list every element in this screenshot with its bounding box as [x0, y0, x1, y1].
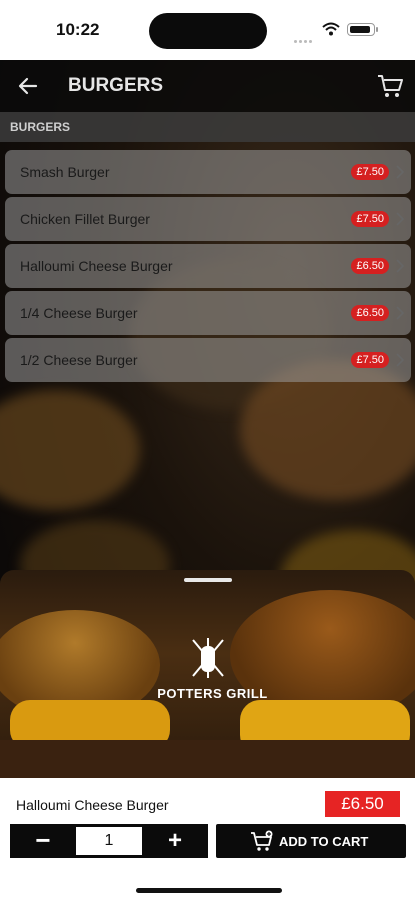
decrease-quantity-button[interactable]: −: [10, 824, 76, 858]
item-detail-sheet: POTTERS GRILL: [0, 570, 415, 778]
add-to-cart-panel: Halloumi Cheese Burger £6.50 − 1 + ADD T…: [0, 778, 415, 900]
item-name: 1/2 Cheese Burger: [20, 352, 138, 368]
section-label: BURGERS: [10, 120, 71, 134]
selected-item-name: Halloumi Cheese Burger: [16, 797, 169, 813]
item-name: 1/4 Cheese Burger: [20, 305, 138, 321]
item-name: Chicken Fillet Burger: [20, 211, 150, 227]
section-header: BURGERS: [0, 112, 415, 142]
chevron-right-icon: [396, 259, 405, 273]
price-badge: £7.50: [351, 211, 389, 227]
list-item[interactable]: 1/2 Cheese Burger £7.50: [5, 338, 411, 382]
cart-add-icon: [251, 830, 273, 851]
chevron-right-icon: [396, 165, 405, 179]
list-item[interactable]: Smash Burger £7.50: [5, 150, 411, 194]
item-name: Smash Burger: [20, 164, 110, 180]
add-to-cart-button[interactable]: ADD TO CART: [216, 824, 406, 858]
list-item[interactable]: Halloumi Cheese Burger £6.50: [5, 244, 411, 288]
signal-icon: [294, 30, 316, 43]
app-bar: BURGERS: [0, 60, 415, 112]
grill-logo-icon: [192, 638, 224, 678]
sheet-drag-handle[interactable]: [184, 578, 232, 582]
battery-icon: [347, 23, 378, 36]
chevron-right-icon: [396, 353, 405, 367]
cart-icon[interactable]: [376, 72, 404, 100]
chevron-right-icon: [396, 306, 405, 320]
home-indicator[interactable]: [136, 888, 282, 893]
list-item[interactable]: 1/4 Cheese Burger £6.50: [5, 291, 411, 335]
price-badge: £6.50: [351, 305, 389, 321]
quantity-stepper: − 1 +: [10, 824, 208, 858]
status-time: 10:22: [56, 20, 100, 39]
list-item[interactable]: Chicken Fillet Burger £7.50: [5, 197, 411, 241]
price-badge: £6.50: [351, 258, 389, 274]
chevron-right-icon: [396, 212, 405, 226]
arrow-left-icon[interactable]: [16, 74, 40, 98]
status-bar: 10:22: [0, 0, 415, 60]
brand-logo-text: POTTERS GRILL: [157, 686, 268, 701]
wifi-icon: [322, 22, 340, 36]
increase-quantity-button[interactable]: +: [142, 824, 208, 858]
page-title: BURGERS: [68, 75, 164, 96]
add-to-cart-label: ADD TO CART: [279, 834, 369, 849]
quantity-field[interactable]: 1: [76, 827, 142, 855]
menu-list: Smash Burger £7.50 Chicken Fillet Burger…: [5, 150, 411, 385]
item-name: Halloumi Cheese Burger: [20, 258, 173, 274]
price-badge: £7.50: [351, 352, 389, 368]
selected-item-price: £6.50: [325, 791, 400, 817]
price-badge: £7.50: [351, 164, 389, 180]
dynamic-island: [149, 13, 267, 49]
